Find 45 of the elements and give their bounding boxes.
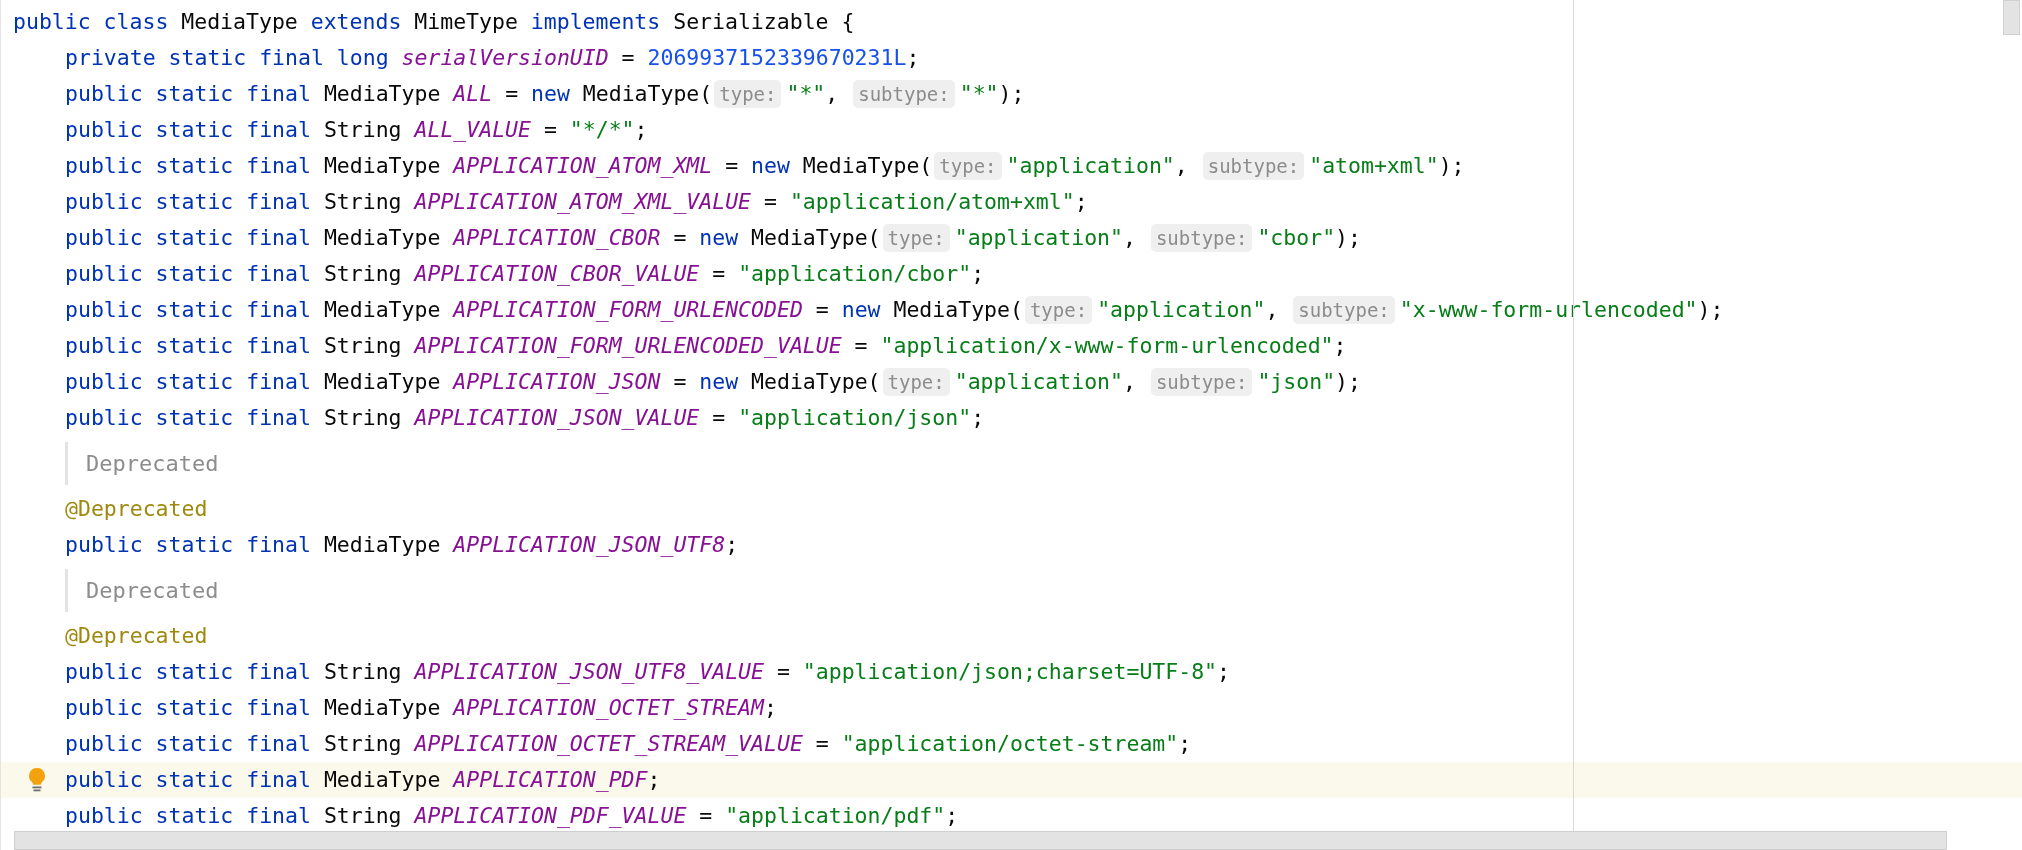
code-text: "application", — [1097, 296, 1280, 324]
code-text: "json"); — [1257, 368, 1361, 396]
code-text: public class MediaType extends MimeType implements Serializable { — [13, 8, 855, 36]
code-text: "application", — [954, 224, 1137, 252]
parameter-hint: type: — [714, 80, 782, 108]
code-text: "application", — [954, 368, 1137, 396]
code-text: @Deprecated — [65, 622, 208, 650]
code-text: "atom+xml"); — [1309, 152, 1465, 180]
parameter-hint: type: — [882, 368, 950, 396]
code-text: public static final String APPLICATION_CBOR_VALUE = "application/cbor"; — [65, 260, 985, 288]
parameter-hint: subtype: — [1150, 224, 1253, 252]
code-text: public static final MediaType APPLICATION_OCTET_STREAM; — [65, 694, 777, 722]
code-text: public static final MediaType APPLICATION_JSON = new MediaType( — [65, 368, 881, 396]
code-text: "x-www-form-urlencoded"); — [1399, 296, 1724, 324]
code-text: public static final String APPLICATION_JSON_VALUE = "application/json"; — [65, 404, 985, 432]
code-text: public static final MediaType APPLICATION_CBOR = new MediaType( — [65, 224, 881, 252]
scrollbar-thumb[interactable] — [14, 831, 1947, 850]
doc-comment: Deprecated — [65, 442, 219, 485]
code-text: public static final MediaType ALL = new MediaType( — [65, 80, 713, 108]
code-text: "application", — [1006, 152, 1189, 180]
code-text: public static final MediaType APPLICATION_JSON_UTF8; — [65, 531, 739, 559]
parameter-hint: subtype: — [1150, 368, 1253, 396]
doc-comment: Deprecated — [65, 569, 219, 612]
parameter-hint: subtype: — [1293, 296, 1395, 324]
code-text: "*", — [786, 80, 840, 108]
parameter-hint: type: — [1024, 296, 1093, 324]
parameter-hint: subtype: — [853, 80, 955, 108]
scrollbar-thumb[interactable] — [2003, 0, 2020, 35]
code-text: public static final MediaType APPLICATION_FORM_URLENCODED = new MediaType( — [65, 296, 1023, 324]
code-text: public static final String APPLICATION_ATOM_XML_VALUE = "application/atom+xml"; — [65, 188, 1088, 216]
parameter-hint: type: — [934, 152, 1002, 180]
parameter-hint: type: — [882, 224, 950, 252]
parameter-hint: subtype: — [1202, 152, 1305, 180]
code-text: public static final MediaType APPLICATION_ATOM_XML = new MediaType( — [65, 152, 933, 180]
code-text: "*"); — [959, 80, 1025, 108]
lightbulb-icon[interactable] — [27, 767, 47, 793]
code-text: public static final String ALL_VALUE = "*/*"; — [65, 116, 648, 144]
code-text: "cbor"); — [1257, 224, 1361, 252]
code-text: public static final String APPLICATION_PDF_VALUE = "application/pdf"; — [65, 802, 959, 830]
code-text: @Deprecated — [65, 495, 208, 523]
code-text: private static final long serialVersionUID = 2069937152339670231L; — [65, 44, 920, 72]
code-text: public static final String APPLICATION_FORM_URLENCODED_VALUE = "application/x-www-form-urlencoded"; — [65, 332, 1347, 360]
code-text: public static final String APPLICATION_OCTET_STREAM_VALUE = "application/octet-stream"; — [65, 730, 1192, 758]
code-text: public static final MediaType APPLICATION_PDF; — [65, 766, 661, 794]
code-text: public static final String APPLICATION_JSON_UTF8_VALUE = "application/json;charset=UTF-8"; — [65, 658, 1230, 686]
